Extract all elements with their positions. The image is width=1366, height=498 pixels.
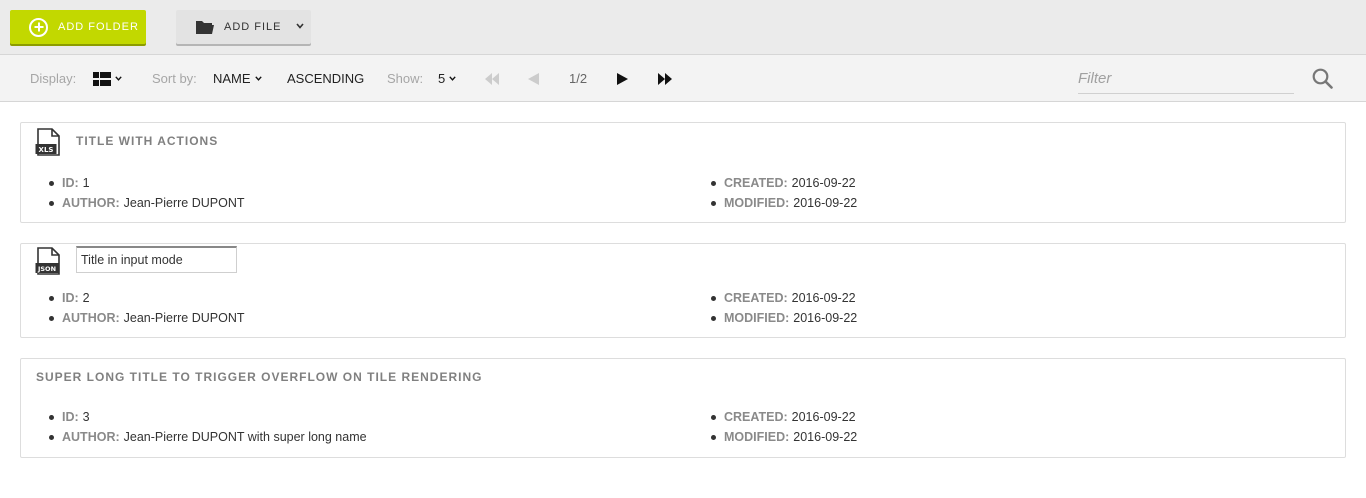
item-meta-left: ID: 3 AUTHOR: Jean-Pierre DUPONT with supe… [48, 407, 367, 447]
item-meta-left: ID: 1 AUTHOR: Jean-Pierre DUPONT [48, 173, 245, 213]
sort-order-toggle[interactable]: ASCENDING [287, 55, 364, 102]
meta-id: ID: 3 [48, 407, 367, 427]
first-page-button[interactable] [485, 55, 499, 102]
folder-open-icon [196, 21, 214, 34]
chevron-down-icon [254, 76, 262, 81]
sort-field-value: NAME [213, 71, 251, 86]
list-item[interactable]: JSON ID:2 AUTHOR:Jean-Pierre DUPONT CREA… [20, 243, 1346, 338]
svg-text:JSON: JSON [37, 265, 56, 273]
search-icon [1312, 68, 1333, 89]
show-label: Show: [387, 71, 424, 86]
double-chevron-right-icon [658, 72, 672, 85]
item-list: XLS TITLE WITH ACTIONS ID: 1 AUTHOR: Jean-… [20, 122, 1346, 458]
previous-page-button[interactable] [528, 55, 539, 102]
item-title-input[interactable] [76, 246, 237, 273]
item-title[interactable]: TITLE WITH ACTIONS [76, 134, 218, 148]
display-label: Display: [30, 71, 77, 86]
list-controls-bar: Display: Sort by: NAME ASCENDING Show: 5 [0, 55, 1366, 102]
triangle-left-icon [528, 72, 539, 85]
sort-field-select[interactable]: NAME [213, 55, 262, 102]
page-size-select[interactable]: 5 [438, 55, 456, 102]
meta-author: AUTHOR: Jean-Pierre DUPONT [48, 193, 245, 213]
add-file-dropdown-button[interactable]: ADD FILE [176, 10, 311, 44]
meta-author: AUTHOR: Jean-Pierre DUPONT [48, 308, 245, 328]
list-item[interactable]: SUPER LONG TITLE TO TRIGGER OVERFLOW ON … [20, 358, 1346, 458]
item-meta-left: ID: 2 AUTHOR: Jean-Pierre DUPONT [48, 288, 245, 328]
display-mode-select[interactable] [93, 55, 122, 102]
meta-created: CREATED: 2016-09-22 [710, 288, 857, 308]
page-indicator: 1/2 [569, 71, 588, 86]
item-meta-right: CREATED: 2016-09-22 MODIFIED: 2016-09-22 [710, 407, 857, 447]
plus-circle-icon [29, 17, 48, 37]
meta-created: CREATED: 2016-09-22 [710, 407, 857, 427]
search-button[interactable] [1312, 55, 1333, 102]
next-page-button[interactable] [617, 55, 628, 102]
meta-modified: MODIFIED: 2016-09-22 [710, 308, 857, 328]
svg-text:XLS: XLS [39, 146, 54, 154]
meta-modified: MODIFIED: 2016-09-22 [710, 427, 857, 447]
add-folder-button[interactable]: ADD FOLDER [10, 10, 146, 44]
meta-id: ID: 2 [48, 288, 245, 308]
sort-by-label: Sort by: [152, 71, 197, 86]
last-page-button[interactable] [658, 55, 672, 102]
meta-created: CREATED: 2016-09-22 [710, 173, 857, 193]
triangle-right-icon [617, 72, 628, 85]
meta-modified: MODIFIED: 2016-09-22 [710, 193, 857, 213]
xls-file-icon: XLS [35, 128, 60, 156]
double-chevron-left-icon [485, 72, 499, 85]
filter-field [1078, 63, 1294, 94]
page-size-value: 5 [438, 71, 446, 86]
item-title[interactable]: SUPER LONG TITLE TO TRIGGER OVERFLOW ON … [36, 370, 482, 384]
top-toolbar: ADD FOLDER ADD FILE [0, 0, 1366, 55]
list-item[interactable]: XLS TITLE WITH ACTIONS ID: 1 AUTHOR: Jean-… [20, 122, 1346, 223]
add-folder-label: ADD FOLDER [58, 21, 139, 33]
tile-view-icon [93, 71, 111, 86]
chevron-down-icon [296, 23, 304, 29]
json-file-icon: JSON [35, 247, 60, 275]
item-meta-right: CREATED: 2016-09-22 MODIFIED: 2016-09-22 [710, 173, 857, 213]
chevron-down-icon [449, 76, 456, 81]
filter-input[interactable] [1078, 63, 1294, 93]
chevron-down-icon [115, 76, 122, 81]
item-meta-right: CREATED: 2016-09-22 MODIFIED: 2016-09-22 [710, 288, 857, 328]
meta-author: AUTHOR: Jean-Pierre DUPONT with super lon… [48, 427, 367, 447]
add-file-label: ADD FILE [224, 21, 282, 33]
meta-id: ID: 1 [48, 173, 245, 193]
